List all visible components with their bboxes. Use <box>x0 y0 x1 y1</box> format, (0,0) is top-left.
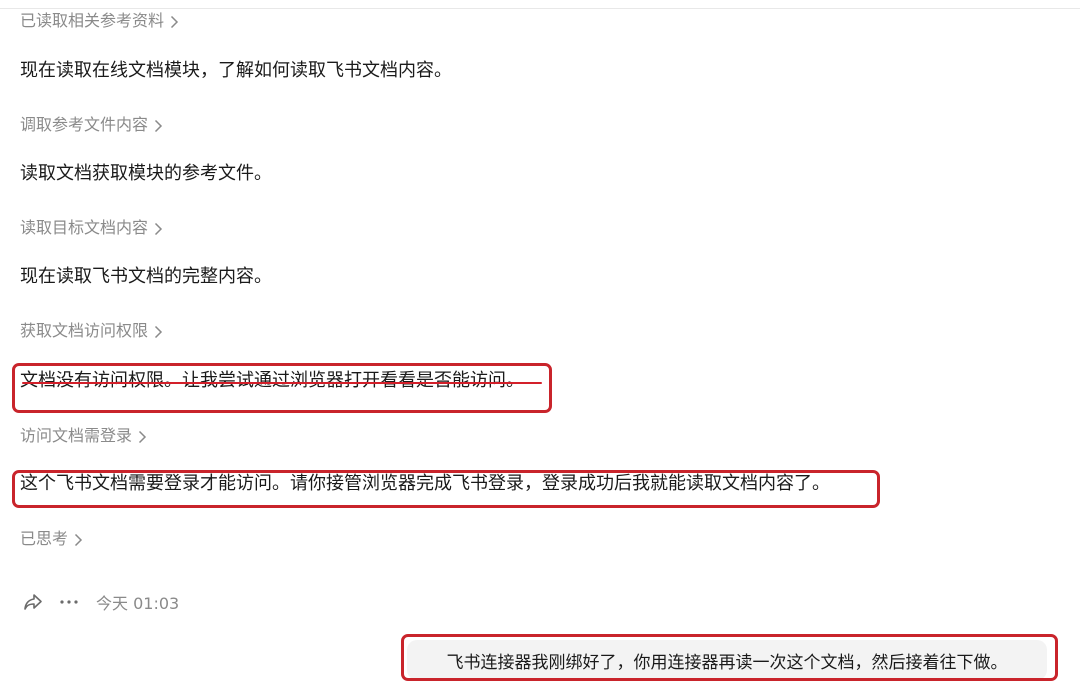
step-header-label: 调取参考文件内容 <box>20 115 149 134</box>
step-header-1[interactable]: 已读取相关参考资料 <box>20 10 179 32</box>
step-header-3[interactable]: 读取目标文档内容 <box>20 217 163 239</box>
step-text-2: 读取文档获取模块的参考文件。 <box>20 163 272 184</box>
step-header-5[interactable]: 访问文档需登录 <box>20 425 147 447</box>
chevron-right-icon <box>154 222 163 236</box>
thinking-toggle[interactable]: 已思考 <box>20 528 83 550</box>
step-text-1: 现在读取在线文档模块，了解如何读取飞书文档内容。 <box>20 60 452 81</box>
chevron-right-icon <box>138 430 147 444</box>
step-header-2[interactable]: 调取参考文件内容 <box>20 114 163 136</box>
message-actions: 今天 01:03 <box>20 590 179 614</box>
step-header-label: 访问文档需登录 <box>20 426 133 445</box>
step-text-4: 文档没有访问权限。让我尝试通过浏览器打开看看是否能访问。 <box>20 370 524 391</box>
step-header-label: 已读取相关参考资料 <box>20 11 165 30</box>
step-text-5: 这个飞书文档需要登录才能访问。请你接管浏览器完成飞书登录，登录成功后我就能读取文… <box>20 473 830 494</box>
chevron-right-icon <box>154 325 163 339</box>
chevron-right-icon <box>170 15 179 29</box>
chevron-right-icon <box>154 119 163 133</box>
step-header-label: 读取目标文档内容 <box>20 218 149 237</box>
thinking-label: 已思考 <box>20 529 69 548</box>
chevron-right-icon <box>74 533 83 547</box>
share-icon[interactable] <box>20 590 46 614</box>
user-message-text: 飞书连接器我刚绑好了，你用连接器再读一次这个文档，然后接着往下做。 <box>446 652 1008 673</box>
message-timestamp: 今天 01:03 <box>96 594 180 613</box>
step-header-label: 获取文档访问权限 <box>20 321 149 340</box>
top-divider <box>0 8 1080 9</box>
user-message-bubble: 飞书连接器我刚绑好了，你用连接器再读一次这个文档，然后接着往下做。 <box>407 640 1047 680</box>
strikethrough-annotation <box>22 382 542 384</box>
more-icon[interactable] <box>56 590 82 614</box>
step-text-3: 现在读取飞书文档的完整内容。 <box>20 266 272 287</box>
step-header-4[interactable]: 获取文档访问权限 <box>20 320 163 342</box>
